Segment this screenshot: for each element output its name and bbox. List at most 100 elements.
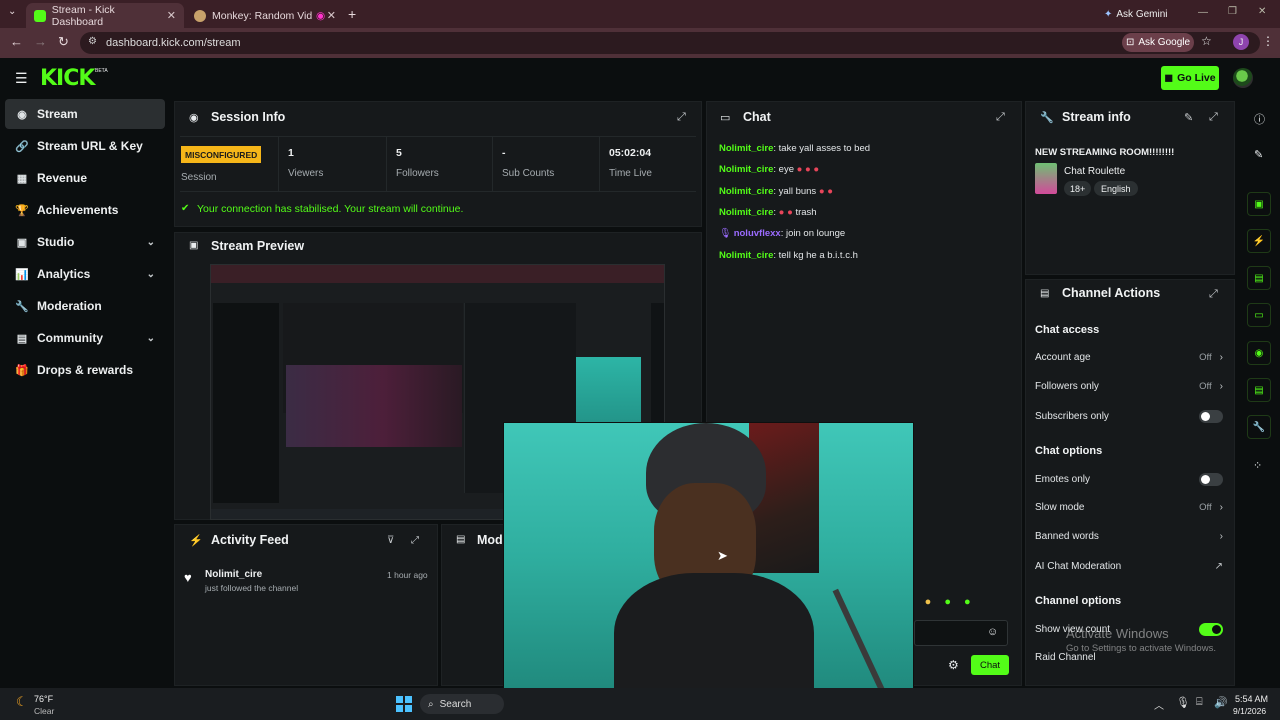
expand-icon[interactable]: ⤢	[1209, 111, 1218, 124]
sidebar-item-analytics[interactable]: 📊 Analytics ⌄	[5, 259, 165, 289]
info-icon[interactable]: ⓘ	[1254, 111, 1265, 127]
slow-mode-row[interactable]: Slow mode Off ›	[1035, 502, 1223, 513]
expand-icon[interactable]: ⤢	[1209, 288, 1218, 301]
category-name[interactable]: Chat Roulette	[1064, 166, 1125, 177]
sidebar-item-stream-url-key[interactable]: 🔗 Stream URL & Key	[5, 131, 165, 161]
rail-preview-icon[interactable]: ▣	[1247, 192, 1271, 216]
emote-icon[interactable]: ●	[925, 596, 932, 614]
ai-chat-moderation-row[interactable]: AI Chat Moderation ↗	[1035, 561, 1223, 572]
expand-icon[interactable]: ⤢	[411, 535, 419, 546]
rail-more-icon[interactable]: ⁘	[1253, 459, 1262, 472]
chat-message: 🎙 noluvflexx: join on lounge	[719, 228, 846, 240]
sidebar-item-studio[interactable]: ▣ Studio ⌄	[5, 227, 165, 257]
rail-bolt-icon[interactable]: ⚡	[1247, 229, 1271, 253]
filter-icon[interactable]: ⊽	[387, 535, 394, 546]
site-info-icon[interactable]: ⚙	[88, 36, 97, 47]
sidebar-item-revenue[interactable]: ▦ Revenue	[5, 163, 165, 193]
stat-divider	[492, 137, 493, 191]
chat-username[interactable]: Nolimit_cire	[719, 143, 773, 154]
chat-username[interactable]: Nolimit_cire	[719, 186, 773, 197]
clock-date[interactable]: 9/1/2026	[1233, 706, 1266, 716]
chat-username[interactable]: Nolimit_cire	[719, 207, 773, 218]
back-icon[interactable]: ←	[10, 34, 23, 49]
account-age-row[interactable]: Account age Off ›	[1035, 352, 1223, 363]
expand-icon[interactable]: ⤢	[677, 111, 686, 124]
chevron-down-icon: ⌄	[146, 268, 155, 280]
sidebar-item-stream[interactable]: ◉ Stream	[5, 99, 165, 129]
sidebar-item-achievements[interactable]: 🏆 Achievements	[5, 195, 165, 225]
ask-gemini-button[interactable]: ✦ Ask Gemini	[1104, 5, 1176, 23]
chat-text: yall buns	[778, 185, 817, 197]
volume-icon[interactable]: 🔊	[1214, 696, 1228, 709]
close-tab-icon[interactable]: ✕	[327, 9, 336, 22]
close-tab-icon[interactable]: ✕	[167, 9, 176, 22]
chat-username[interactable]: Nolimit_cire	[719, 164, 773, 175]
sidebar-item-label: Analytics	[37, 267, 91, 281]
menu-kebab-icon[interactable]: ⋮	[1262, 34, 1274, 48]
sidebar-item-moderation[interactable]: 🔧 Moderation	[5, 291, 165, 321]
rail-session-icon[interactable]: ◉	[1247, 341, 1271, 365]
emote-icon[interactable]: ●	[944, 596, 951, 614]
chat-input[interactable]: ☺	[914, 620, 1008, 646]
emote-icon[interactable]: ●	[964, 596, 971, 614]
monkey-favicon-icon	[194, 9, 206, 22]
emote-icon: ●	[778, 206, 788, 218]
forward-icon[interactable]: →	[34, 34, 47, 49]
taskbar-search[interactable]: ⌕ Search	[420, 694, 504, 714]
emoji-picker-icon[interactable]: ☺	[987, 626, 998, 638]
windows-start-icon[interactable]	[396, 696, 412, 712]
ask-gemini-label: Ask Gemini	[1116, 8, 1168, 20]
close-window-icon[interactable]: ✕	[1258, 6, 1266, 17]
category-thumbnail[interactable]	[1035, 163, 1057, 194]
weather-temp[interactable]: 76°F	[34, 694, 53, 704]
show-view-count-toggle[interactable]	[1199, 623, 1223, 636]
chat-username[interactable]: Nolimit_cire	[719, 250, 773, 261]
stat-label: Viewers	[288, 168, 324, 179]
edit-pencil-icon[interactable]: ✎	[1184, 111, 1193, 124]
kick-logo[interactable]: KICK	[40, 66, 95, 91]
chat-username[interactable]: noluvflexx	[734, 228, 781, 239]
edit-icon[interactable]: ✎	[1254, 148, 1263, 161]
chat-text: trash	[795, 206, 817, 218]
bookmark-star-icon[interactable]: ☆	[1201, 34, 1212, 48]
url-bar[interactable]: ⚙ dashboard.kick.com/stream	[80, 32, 1260, 54]
chat-settings-gear-icon[interactable]: ⚙	[948, 658, 959, 672]
clock-time[interactable]: 5:54 AM	[1235, 694, 1268, 704]
expand-icon[interactable]: ⤢	[996, 111, 1005, 124]
new-tab-icon[interactable]: +	[348, 6, 356, 22]
tray-chevron-icon[interactable]: ︿	[1154, 697, 1164, 712]
wrench-icon: 🔧	[1040, 112, 1054, 124]
activity-feed-panel	[174, 524, 438, 686]
go-live-button[interactable]: ◼ Go Live	[1161, 66, 1219, 90]
webcam-overlay[interactable]: ➤	[503, 422, 914, 720]
profile-avatar[interactable]: J	[1233, 34, 1249, 50]
rail-wrench-icon[interactable]: 🔧	[1247, 415, 1271, 439]
chat-send-button[interactable]: Chat	[971, 655, 1009, 675]
sidebar-item-community[interactable]: ▤ Community ⌄	[5, 323, 165, 353]
tab-search-icon[interactable]: ⌄	[8, 6, 16, 17]
maximize-icon[interactable]: ❐	[1228, 6, 1237, 17]
rail-list-icon[interactable]: ▤	[1247, 266, 1271, 290]
tab-monkey[interactable]: Monkey: Random Video Ch ◉ ✕	[186, 3, 344, 28]
weather-moon-icon[interactable]: ☾	[16, 694, 28, 710]
emotes-only-toggle[interactable]	[1199, 473, 1223, 486]
user-avatar[interactable]	[1233, 68, 1253, 88]
sidebar-item-drops-rewards[interactable]: 🎁 Drops & rewards	[5, 355, 165, 385]
followers-only-row[interactable]: Followers only Off ›	[1035, 381, 1223, 392]
activity-user[interactable]: Nolimit_cire	[205, 569, 262, 580]
analytics-icon: 📊	[15, 268, 29, 281]
row-label: Emotes only	[1035, 474, 1091, 485]
tab-kick-dashboard[interactable]: Stream - Kick Dashboard ✕	[26, 3, 184, 28]
reload-icon[interactable]: ↻	[58, 34, 69, 50]
microphone-icon[interactable]: 🎙	[1176, 696, 1190, 709]
stat-divider	[278, 137, 279, 191]
banned-words-row[interactable]: Banned words ›	[1035, 531, 1223, 542]
rail-actions-icon[interactable]: ▤	[1247, 378, 1271, 402]
ask-google-button[interactable]: ⊡ Ask Google	[1122, 33, 1194, 52]
hamburger-menu-icon[interactable]: ☰	[15, 70, 28, 87]
subscribers-only-toggle[interactable]	[1199, 410, 1223, 423]
network-icon[interactable]: ⌸	[1196, 696, 1203, 709]
rail-chat-icon[interactable]: ▭	[1247, 303, 1271, 327]
minimize-icon[interactable]: —	[1198, 7, 1208, 18]
chevron-down-icon: ⌄	[146, 236, 155, 248]
